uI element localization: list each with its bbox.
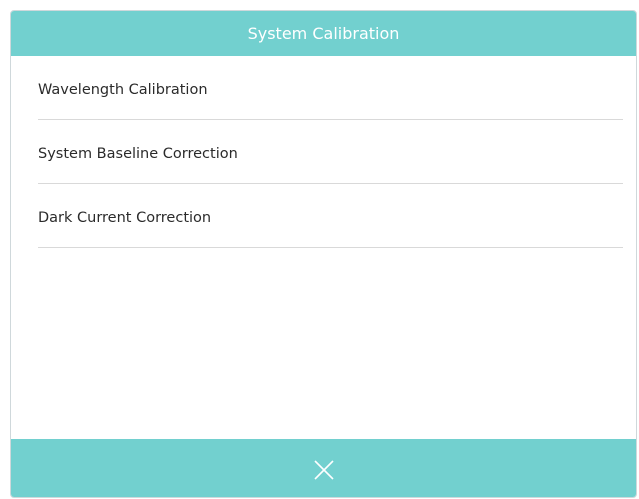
list-item-wavelength-calibration[interactable]: Wavelength Calibration — [38, 56, 623, 120]
calibration-options-list: Wavelength Calibration System Baseline C… — [11, 56, 636, 248]
list-item-label: Wavelength Calibration — [38, 81, 208, 98]
list-item-dark-current-correction[interactable]: Dark Current Correction — [38, 184, 623, 248]
dialog-header: System Calibration — [11, 11, 636, 56]
close-icon — [313, 460, 334, 480]
system-calibration-dialog: System Calibration Wavelength Calibratio… — [10, 10, 637, 498]
list-item-system-baseline-correction[interactable]: System Baseline Correction — [38, 120, 623, 184]
list-item-label: System Baseline Correction — [38, 145, 238, 162]
close-button[interactable] — [11, 439, 636, 497]
list-item-label: Dark Current Correction — [38, 209, 212, 226]
dialog-title: System Calibration — [247, 24, 400, 43]
